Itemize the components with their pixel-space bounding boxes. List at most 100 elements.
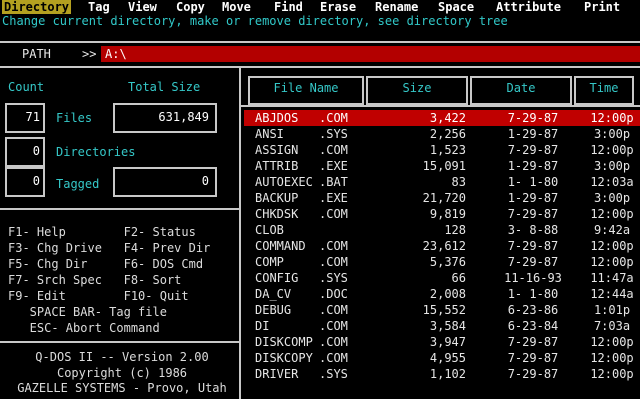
path-input[interactable]: A:\: [101, 46, 640, 62]
file-date: 1-29-87: [507, 127, 559, 141]
dirs-count-box: 0: [5, 137, 45, 167]
menu-item-erase[interactable]: Erase: [320, 0, 356, 14]
files-size: 631,849: [158, 110, 209, 124]
file-size: 4,955: [429, 351, 466, 365]
menu-item-attribute[interactable]: Attribute: [496, 0, 561, 14]
copyright-text: Copyright (c) 1986: [56, 366, 188, 380]
file-size: 23,612: [422, 239, 466, 253]
file-time: 7:03a: [593, 319, 631, 333]
menu-item-find[interactable]: Find: [274, 0, 303, 14]
file-row[interactable]: DEBUG .COM 15,552 6-23-86 1:01p: [244, 302, 640, 318]
file-size: 83: [451, 175, 466, 189]
tagged-count-box: 0: [5, 167, 45, 197]
file-time: 12:00p: [590, 239, 634, 253]
function-key-line: F7- Srch Spec F8- Sort: [8, 273, 182, 287]
files-size-box: 631,849: [113, 103, 217, 133]
file-row[interactable]: COMMAND .COM 23,612 7-29-87 12:00p: [244, 238, 640, 254]
path-arrow-icon: >>: [82, 47, 97, 61]
dirs-count: 0: [32, 144, 40, 158]
file-date: 7-29-87: [507, 239, 559, 253]
file-time: 3:00p: [593, 159, 631, 173]
file-name: ASSIGN: [255, 143, 299, 157]
menu-item-tag[interactable]: Tag: [88, 0, 110, 14]
path-label: PATH: [22, 47, 51, 61]
file-name: CONFIG: [255, 271, 299, 285]
file-name: DI: [255, 319, 270, 333]
file-name: COMMAND: [255, 239, 306, 253]
file-size: 3,584: [429, 319, 466, 333]
file-name: BACKUP: [255, 191, 299, 205]
file-name: DISKCOMP: [255, 335, 313, 349]
column-header-time[interactable]: Time: [574, 76, 634, 105]
file-row[interactable]: DISKCOMP .COM 3,947 7-29-87 12:00p: [244, 334, 640, 350]
column-header-time-label: Time: [589, 81, 619, 95]
file-time: 12:00p: [590, 111, 634, 125]
menu-item-print[interactable]: Print: [584, 0, 620, 14]
file-row[interactable]: ANSI .SYS 2,256 1-29-87 3:00p: [244, 126, 640, 142]
file-name: ATTRIB: [255, 159, 299, 173]
file-row[interactable]: ATTRIB .EXE 15,091 1-29-87 3:00p: [244, 158, 640, 174]
file-name: COMP: [255, 255, 284, 269]
file-row[interactable]: AUTOEXEC .BAT 83 1- 1-80 12:03a: [244, 174, 640, 190]
file-time: 3:00p: [593, 191, 631, 205]
divider-keys: [0, 208, 239, 210]
menu-item-copy[interactable]: Copy: [176, 0, 205, 14]
menu-item-rename[interactable]: Rename: [375, 0, 418, 14]
file-date: 7-29-87: [507, 367, 559, 381]
column-header-date[interactable]: Date: [470, 76, 572, 105]
file-ext: .COM: [319, 335, 348, 349]
column-header-name-label: File Name: [273, 81, 339, 95]
file-size: 1,523: [429, 143, 466, 157]
file-time: 3:00p: [593, 127, 631, 141]
column-header-size[interactable]: Size: [366, 76, 468, 105]
file-row[interactable]: DI .COM 3,584 6-23-84 7:03a: [244, 318, 640, 334]
column-header-size-label: Size: [402, 81, 432, 95]
file-row[interactable]: DA_CV .DOC 2,008 1- 1-80 12:44a: [244, 286, 640, 302]
file-ext: .SYS: [319, 127, 348, 141]
file-size: 15,091: [422, 159, 466, 173]
file-row[interactable]: CLOB 128 3- 8-88 9:42a: [244, 222, 640, 238]
file-date: 7-29-87: [507, 143, 559, 157]
file-time: 12:00p: [590, 335, 634, 349]
file-date: 1- 1-80: [507, 175, 559, 189]
file-ext: .COM: [319, 207, 348, 221]
menu-item-move[interactable]: Move: [222, 0, 251, 14]
file-ext: .DOC: [319, 287, 348, 301]
file-ext: .SYS: [319, 271, 348, 285]
divider-footer: [0, 341, 239, 343]
file-row[interactable]: ABJDOS .COM 3,422 7-29-87 12:00p: [244, 110, 640, 126]
function-key-line: F1- Help F2- Status: [8, 225, 196, 239]
file-time: 12:44a: [590, 287, 634, 301]
file-row[interactable]: ASSIGN .COM 1,523 7-29-87 12:00p: [244, 142, 640, 158]
path-bar: PATH >> A:\: [0, 43, 640, 64]
total-size-header: Total Size: [128, 80, 201, 94]
file-row[interactable]: CHKDSK .COM 9,819 7-29-87 12:00p: [244, 206, 640, 222]
company-text: GAZELLE SYSTEMS - Provo, Utah: [17, 381, 227, 395]
file-row[interactable]: BACKUP .EXE 21,720 1-29-87 3:00p: [244, 190, 640, 206]
file-name: DA_CV: [255, 287, 292, 301]
file-row[interactable]: CONFIG .SYS 66 11-16-93 11:47a: [244, 270, 640, 286]
menu-item-space[interactable]: Space: [438, 0, 474, 14]
file-date: 7-29-87: [507, 351, 559, 365]
menu-item-directory[interactable]: Directory: [2, 0, 72, 14]
file-time: 12:00p: [590, 143, 634, 157]
function-key-line: ESC- Abort Command: [8, 321, 160, 335]
menu-item-view[interactable]: View: [128, 0, 157, 14]
function-key-line: F9- Edit F10- Quit: [8, 289, 189, 303]
file-size: 66: [451, 271, 466, 285]
file-date: 1- 1-80: [507, 287, 559, 301]
file-name: DEBUG: [255, 303, 292, 317]
file-ext: .COM: [319, 255, 348, 269]
file-name: CLOB: [255, 223, 284, 237]
file-name: DRIVER: [255, 367, 299, 381]
file-time: 11:47a: [590, 271, 634, 285]
file-row[interactable]: COMP .COM 5,376 7-29-87 12:00p: [244, 254, 640, 270]
file-row[interactable]: DISKCOPY .COM 4,955 7-29-87 12:00p: [244, 350, 640, 366]
file-size: 9,819: [429, 207, 466, 221]
file-ext: .BAT: [319, 175, 348, 189]
file-ext: .COM: [319, 239, 348, 253]
column-header-name[interactable]: File Name: [248, 76, 364, 105]
file-row[interactable]: DRIVER .SYS 1,102 7-29-87 12:00p: [244, 366, 640, 382]
file-name: ABJDOS: [255, 111, 299, 125]
file-date: 3- 8-88: [507, 223, 559, 237]
